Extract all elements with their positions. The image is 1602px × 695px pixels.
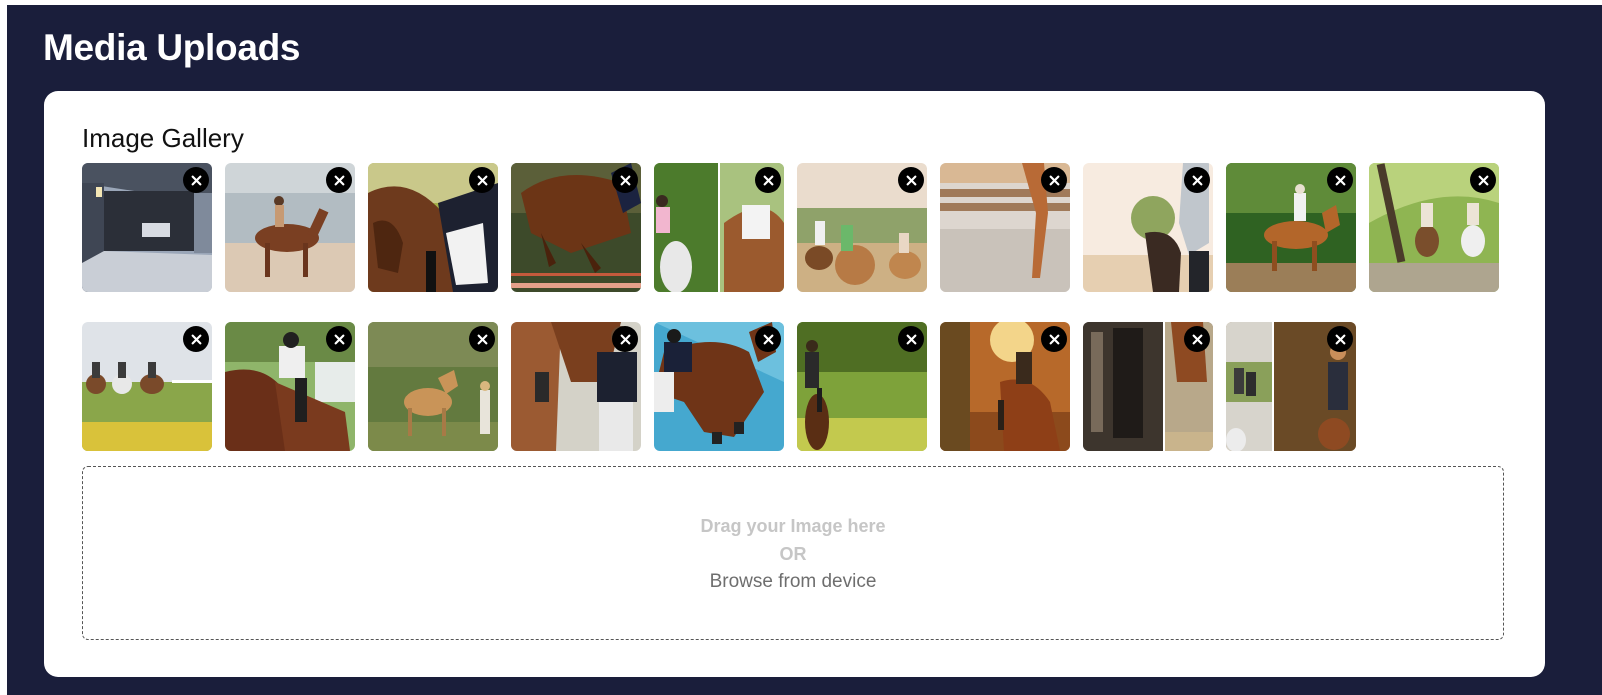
close-icon (763, 175, 773, 185)
close-icon (620, 175, 630, 185)
close-icon (620, 334, 630, 344)
close-icon (477, 175, 487, 185)
image-thumb[interactable] (654, 322, 784, 451)
gallery-title: Image Gallery (82, 123, 244, 153)
remove-image-button[interactable] (1327, 326, 1353, 352)
image-thumb[interactable] (511, 163, 641, 292)
image-thumb[interactable] (368, 322, 498, 451)
remove-image-button[interactable] (183, 167, 209, 193)
remove-image-button[interactable] (469, 326, 495, 352)
remove-image-button[interactable] (1470, 167, 1496, 193)
browse-from-device-link[interactable]: Browse from device (83, 571, 1503, 593)
image-thumb[interactable] (1369, 163, 1499, 292)
or-separator: OR (779, 544, 807, 564)
remove-image-button[interactable] (469, 167, 495, 193)
close-icon (477, 334, 487, 344)
remove-image-button[interactable] (1184, 326, 1210, 352)
image-thumb[interactable] (654, 163, 784, 292)
image-thumb[interactable] (225, 322, 355, 451)
image-thumb[interactable] (82, 163, 212, 292)
page-title: Media Uploads (43, 27, 301, 68)
image-thumb[interactable] (797, 322, 927, 451)
close-icon (334, 334, 344, 344)
remove-image-button[interactable] (755, 326, 781, 352)
close-icon (1335, 334, 1345, 344)
remove-image-button[interactable] (183, 326, 209, 352)
remove-image-button[interactable] (612, 167, 638, 193)
close-icon (1192, 175, 1202, 185)
media-uploads-page: Media Uploads Image Gallery Drag your Im… (7, 5, 1602, 695)
close-icon (906, 334, 916, 344)
close-icon (191, 334, 201, 344)
image-thumb[interactable] (940, 163, 1070, 292)
remove-image-button[interactable] (612, 326, 638, 352)
remove-image-button[interactable] (1041, 167, 1067, 193)
close-icon (1192, 334, 1202, 344)
image-thumb[interactable] (1226, 163, 1356, 292)
remove-image-button[interactable] (326, 167, 352, 193)
image-thumb[interactable] (1083, 322, 1213, 451)
image-thumb[interactable] (225, 163, 355, 292)
close-icon (906, 175, 916, 185)
image-dropzone[interactable]: Drag your Image here OR Browse from devi… (82, 466, 1504, 640)
remove-image-button[interactable] (1184, 167, 1210, 193)
close-icon (1049, 334, 1059, 344)
image-thumb[interactable] (82, 322, 212, 451)
image-thumb[interactable] (1083, 163, 1213, 292)
image-thumb[interactable] (511, 322, 641, 451)
remove-image-button[interactable] (1327, 167, 1353, 193)
remove-image-button[interactable] (1041, 326, 1067, 352)
image-thumb[interactable] (940, 322, 1070, 451)
close-icon (191, 175, 201, 185)
image-grid (82, 163, 1512, 451)
remove-image-button[interactable] (898, 326, 924, 352)
image-thumb[interactable] (368, 163, 498, 292)
remove-image-button[interactable] (326, 326, 352, 352)
gallery-card: Image Gallery Drag your Image here OR Br… (44, 91, 1545, 677)
remove-image-button[interactable] (898, 167, 924, 193)
drag-instruction: Drag your Image here (700, 516, 886, 536)
close-icon (1478, 175, 1488, 185)
close-icon (763, 334, 773, 344)
close-icon (334, 175, 344, 185)
close-icon (1335, 175, 1345, 185)
remove-image-button[interactable] (755, 167, 781, 193)
close-icon (1049, 175, 1059, 185)
image-thumb[interactable] (797, 163, 927, 292)
image-thumb[interactable] (1226, 322, 1356, 451)
